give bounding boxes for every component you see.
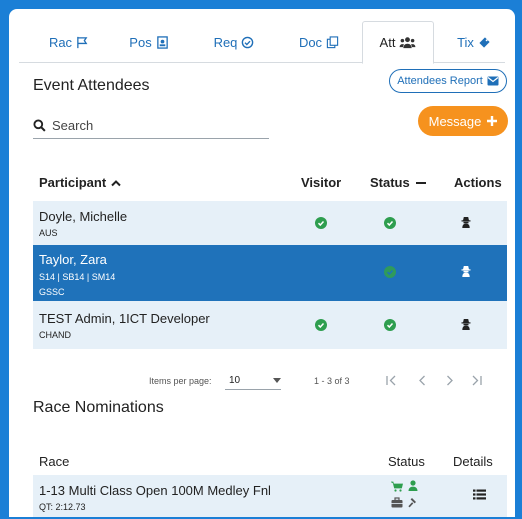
items-per-page-value: 10 bbox=[229, 375, 241, 386]
envelope-icon bbox=[487, 76, 499, 86]
user-secret-icon[interactable] bbox=[460, 265, 472, 277]
participant-club: GSSC bbox=[39, 287, 65, 297]
details-column-header: Details bbox=[453, 454, 493, 469]
items-per-page-label: Items per page: bbox=[149, 376, 212, 386]
flag-icon bbox=[77, 36, 88, 48]
race-name: 1-13 Multi Class Open 100M Medley Fnl bbox=[39, 483, 271, 498]
actions-column-header: Actions bbox=[454, 175, 502, 190]
user-icon bbox=[408, 480, 418, 491]
attendees-report-button[interactable]: Attendees Report bbox=[389, 69, 507, 93]
status-check-icon bbox=[384, 217, 396, 229]
tab-attendees[interactable]: Att bbox=[362, 21, 434, 64]
visitor-check-icon bbox=[315, 217, 327, 229]
participant-name: TEST Admin, 1ICT Developer bbox=[39, 311, 210, 326]
check-circle-icon bbox=[242, 36, 254, 48]
user-secret-icon[interactable] bbox=[460, 216, 472, 228]
visitor-check-icon bbox=[315, 319, 327, 331]
participant-detail: CHAND bbox=[39, 330, 72, 340]
attendees-table-header: Participant Visitor Status Actions bbox=[33, 169, 507, 199]
id-badge-icon bbox=[156, 35, 168, 49]
main-panel: Rac Pos Req Doc Att Tix Event Attendees … bbox=[9, 9, 515, 517]
first-page-icon[interactable] bbox=[386, 375, 397, 386]
page-range: 1 - 3 of 3 bbox=[314, 376, 350, 386]
minus-icon bbox=[415, 181, 426, 184]
race-column-header: Race bbox=[39, 454, 70, 469]
participant-header-label: Participant bbox=[39, 175, 107, 190]
briefcase-icon bbox=[391, 497, 403, 508]
tab-label: Pos bbox=[129, 34, 152, 50]
participant-name: Doyle, Michelle bbox=[39, 209, 128, 224]
visitor-column-header: Visitor bbox=[301, 175, 342, 190]
tab-label: Att bbox=[379, 35, 396, 50]
table-row[interactable]: Taylor, Zara S14 | SB14 | SM14 GSSC bbox=[33, 245, 507, 301]
participant-name: Taylor, Zara bbox=[39, 252, 107, 267]
participant-detail: AUS bbox=[39, 228, 58, 238]
tab-races[interactable]: Rac bbox=[39, 21, 99, 63]
copy-icon bbox=[326, 35, 339, 48]
tab-label: Req bbox=[213, 34, 238, 50]
status-check-icon bbox=[384, 319, 396, 331]
status-column-header[interactable]: Status bbox=[370, 175, 426, 190]
previous-page-icon[interactable] bbox=[417, 375, 428, 386]
tab-bar: Rac Pos Req Doc Att Tix bbox=[19, 21, 505, 64]
tab-tickets[interactable]: Tix bbox=[444, 21, 504, 63]
nominations-title: Race Nominations bbox=[33, 399, 164, 416]
tab-positions[interactable]: Pos bbox=[119, 21, 179, 63]
table-row[interactable]: 1-13 Multi Class Open 100M Medley Fnl QT… bbox=[33, 475, 507, 517]
nominations-table-header: Race Status Details bbox=[33, 454, 507, 474]
user-secret-icon[interactable] bbox=[460, 318, 472, 330]
cart-icon bbox=[391, 481, 403, 492]
tab-requirements[interactable]: Req bbox=[204, 21, 264, 63]
tab-label: Tix bbox=[457, 34, 474, 50]
caret-down-icon bbox=[273, 378, 281, 383]
list-icon[interactable] bbox=[473, 489, 486, 500]
tab-label: Rac bbox=[48, 34, 73, 50]
report-label: Attendees Report bbox=[397, 75, 483, 87]
participant-column-header[interactable]: Participant bbox=[39, 175, 121, 190]
qualifying-time: QT: 2:12.73 bbox=[39, 502, 86, 512]
status-header-label: Status bbox=[370, 175, 410, 190]
participant-detail: S14 | SB14 | SM14 bbox=[39, 272, 116, 282]
chevron-up-icon bbox=[111, 179, 121, 186]
message-label: Message bbox=[428, 113, 482, 129]
plus-icon bbox=[487, 116, 498, 126]
gavel-icon bbox=[408, 498, 416, 508]
table-row[interactable]: Doyle, Michelle AUS bbox=[33, 201, 507, 245]
message-button[interactable]: Message bbox=[418, 106, 508, 136]
users-icon bbox=[400, 37, 416, 49]
last-page-icon[interactable] bbox=[471, 375, 482, 386]
search-input[interactable] bbox=[52, 118, 252, 133]
attendees-title: Event Attendees bbox=[33, 77, 150, 94]
tab-documents[interactable]: Doc bbox=[289, 21, 349, 63]
ticket-icon bbox=[479, 36, 490, 48]
paginator: Items per page: 10 1 - 3 of 3 bbox=[33, 372, 507, 392]
search-icon bbox=[33, 119, 46, 132]
table-row[interactable]: TEST Admin, 1ICT Developer CHAND bbox=[33, 301, 507, 349]
status-check-icon bbox=[384, 266, 396, 278]
next-page-icon[interactable] bbox=[444, 375, 455, 386]
nomination-status-column-header: Status bbox=[388, 454, 425, 469]
tab-label: Doc bbox=[298, 34, 323, 50]
search-field bbox=[33, 113, 269, 139]
items-per-page-select[interactable]: 10 bbox=[225, 372, 281, 390]
